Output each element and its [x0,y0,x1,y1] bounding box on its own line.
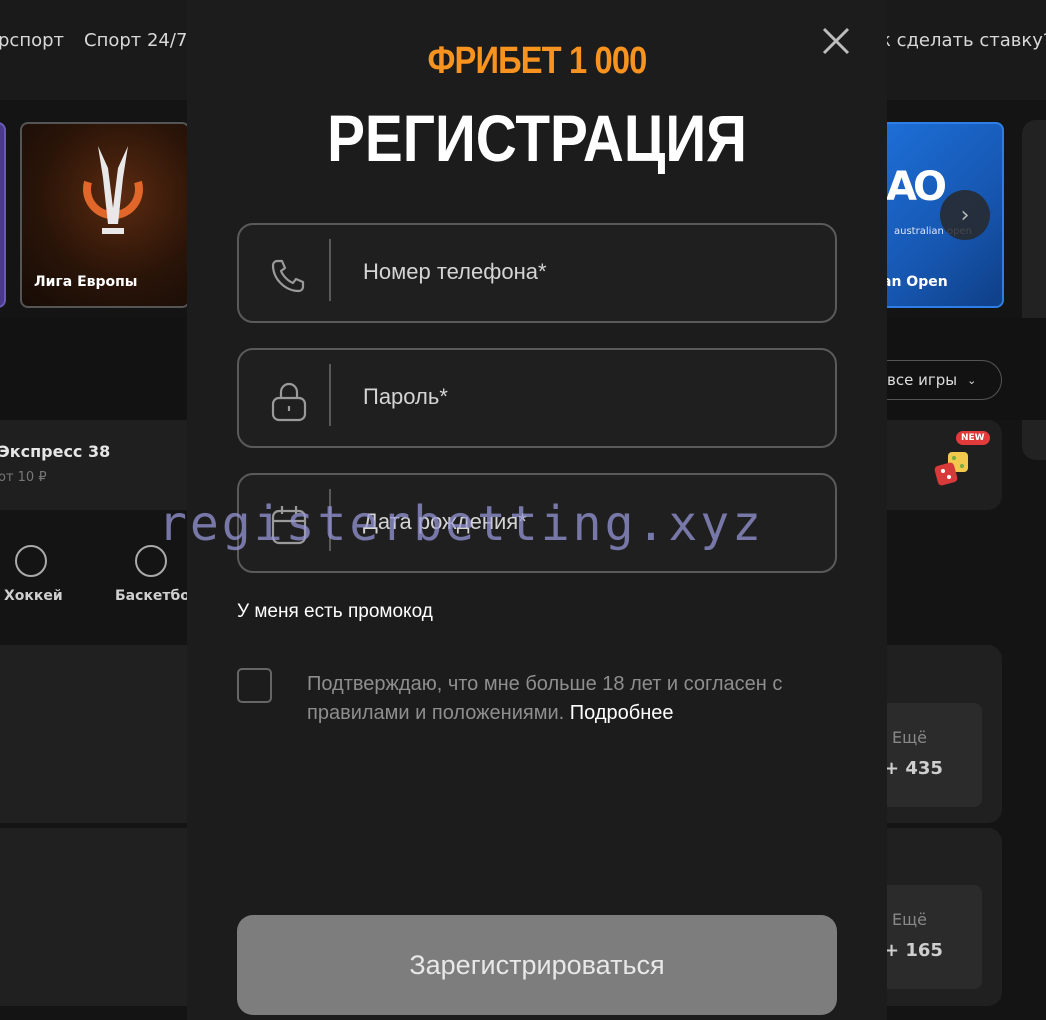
field-divider [329,364,331,426]
more-markets-button[interactable] [880,885,982,989]
carousel-card-partial[interactable] [0,122,6,308]
consent-label: Подтверждаю, что мне больше 18 лет и сог… [307,673,783,724]
password-placeholder: Пароль* [363,384,448,409]
field-divider [329,239,331,301]
card-label: an Open [882,274,948,290]
page-title: РЕГИСТРАЦИЯ [327,101,747,175]
europa-league-logo-icon [83,146,143,234]
phone-icon [271,259,305,293]
freebet-title: ФРИБЕТ 1 000 [427,40,648,82]
basketball-icon[interactable] [135,545,167,577]
carousel-next-button[interactable]: › [940,190,990,240]
australian-open-logo-icon: AO [886,164,947,210]
carousel-card-europa-league[interactable]: Лига Европы [20,122,190,308]
phone-field[interactable]: Номер телефона* [237,223,837,323]
dice-icon [934,452,968,486]
calendar-icon [271,506,307,545]
all-games-label: все игры [887,371,958,389]
register-button[interactable]: Зарегистрироваться [237,915,837,1015]
promo-code-link[interactable]: У меня есть промокод [237,601,433,623]
new-badge: NEW [956,431,990,445]
card-label: Лига Европы [34,274,138,290]
birthdate-placeholder: Дата рождения* [363,509,527,534]
more-label: Ещё [892,728,928,747]
more-count: + 165 [884,940,943,961]
chevron-right-icon: › [960,202,970,228]
chevron-down-icon: ⌄ [967,373,977,387]
more-label: Ещё [892,910,928,929]
more-markets-button[interactable] [880,703,982,807]
details-link[interactable]: Подробнее [570,702,674,724]
consent-text: Подтверждаю, что мне больше 18 лет и сог… [307,670,847,728]
page: рспорт Спорт 24/7 к сделать ставку? Лига… [0,0,1046,1020]
register-button-label: Зарегистрироваться [409,949,665,980]
phone-placeholder: Номер телефона* [363,259,547,284]
nav-item-sport-24-7[interactable]: Спорт 24/7 [84,30,187,51]
field-divider [329,489,331,551]
birthdate-field[interactable]: Дата рождения* [237,473,837,573]
lock-icon [271,382,307,422]
sport-label-hockey[interactable]: Хоккей [4,588,63,604]
password-field[interactable]: Пароль* [237,348,837,448]
more-count: + 435 [884,758,943,779]
nav-item-esport[interactable]: рспорт [0,30,64,51]
express-title: Экспресс 38 [0,442,111,461]
consent-checkbox[interactable] [237,668,272,703]
express-subtitle: от 10 ₽ [0,470,47,485]
nav-item-how-to-bet[interactable]: к сделать ставку? [880,30,1046,51]
hockey-icon[interactable] [15,545,47,577]
